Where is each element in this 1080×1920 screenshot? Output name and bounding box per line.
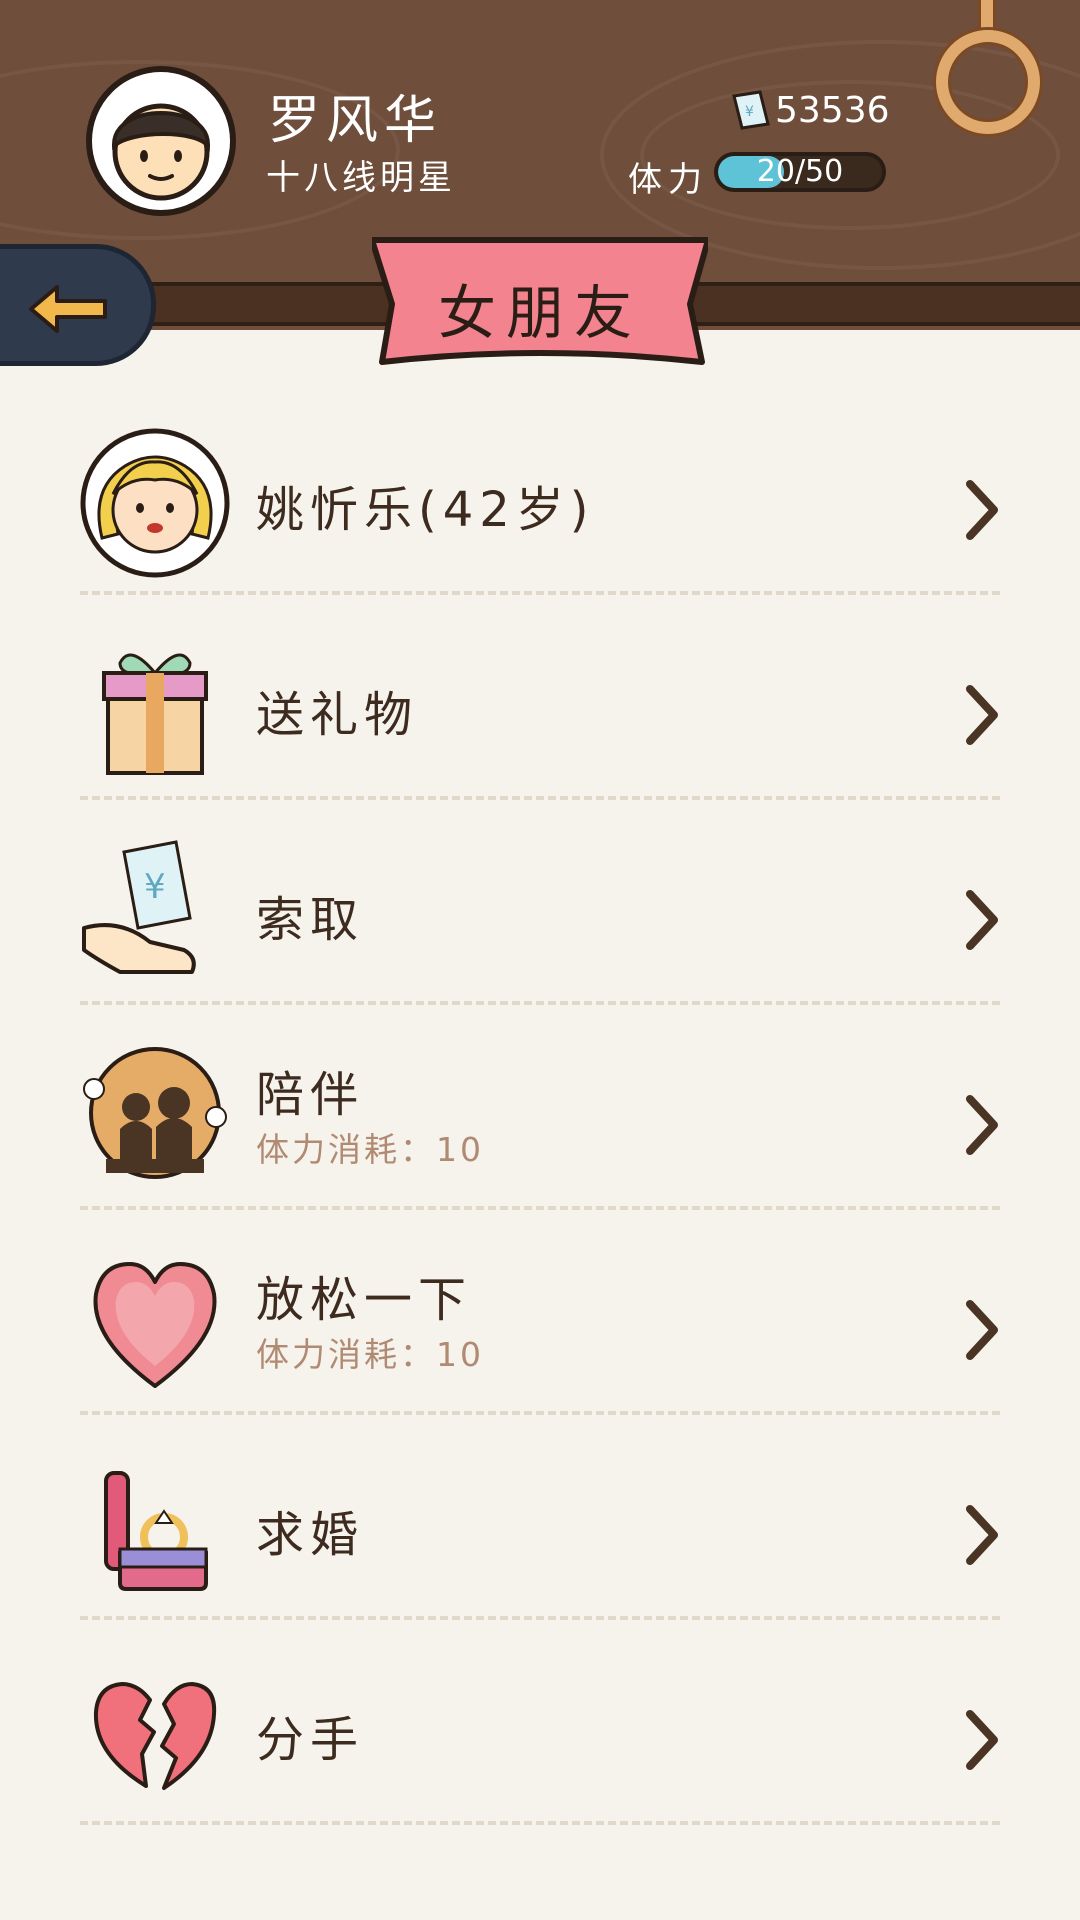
menu-item-girlfriend-profile[interactable]: 姚忻乐(42岁) <box>0 390 1080 595</box>
back-arrow-icon <box>29 285 107 333</box>
chevron-right-icon <box>966 1505 998 1565</box>
menu-item-send-gift[interactable]: 送礼物 <box>0 595 1080 800</box>
back-button[interactable] <box>0 244 156 366</box>
svg-text:¥: ¥ <box>745 104 754 120</box>
menu-item-propose[interactable]: 求婚 <box>0 1415 1080 1620</box>
chevron-right-icon <box>966 890 998 950</box>
player-face-icon <box>111 103 211 201</box>
page-title: 女朋友 <box>437 279 642 347</box>
money-value: 53536 <box>775 90 890 131</box>
player-name: 罗风华 <box>268 91 443 151</box>
broken-heart-icon <box>80 1658 230 1808</box>
menu-item-label: 送礼物 <box>256 687 419 743</box>
menu-item-label: 陪伴 <box>256 1067 365 1123</box>
menu-item-relax[interactable]: 放松一下 体力消耗：10 <box>0 1210 1080 1415</box>
menu-item-accompany[interactable]: 陪伴 体力消耗：10 <box>0 1005 1080 1210</box>
stamina-cost: 体力消耗：10 <box>256 1130 484 1169</box>
girlfriend-avatar-icon <box>80 428 230 578</box>
stamina-bar: 20/50 <box>714 152 886 192</box>
divider <box>80 1821 1000 1825</box>
menu-list: 姚忻乐(42岁) 送礼物 ¥ 索取 陪伴 体力消耗：10 放松一下 体力消耗：1… <box>0 390 1080 1825</box>
chevron-right-icon <box>966 1300 998 1360</box>
menu-item-label: 姚忻乐(42岁) <box>256 482 595 538</box>
chevron-right-icon <box>966 685 998 745</box>
player-title: 十八线明星 <box>266 158 456 198</box>
player-avatar[interactable] <box>86 66 236 216</box>
svg-text:¥: ¥ <box>144 867 166 907</box>
money-icon: ¥ <box>728 88 772 132</box>
chevron-right-icon <box>966 1710 998 1770</box>
chevron-right-icon <box>966 1095 998 1155</box>
heart-icon <box>80 1248 230 1398</box>
money-hand-icon: ¥ <box>80 838 230 988</box>
menu-item-label: 分手 <box>256 1712 365 1768</box>
couple-icon <box>80 1043 230 1193</box>
stamina-value: 20/50 <box>756 154 844 189</box>
stamina-label: 体力 <box>628 160 708 200</box>
menu-item-label: 放松一下 <box>256 1272 473 1328</box>
stamina-cost: 体力消耗：10 <box>256 1335 484 1374</box>
menu-item-label: 索取 <box>256 892 365 948</box>
gift-icon <box>80 633 230 783</box>
ring-box-icon <box>80 1453 230 1603</box>
menu-item-ask-money[interactable]: ¥ 索取 <box>0 800 1080 1005</box>
menu-item-break-up[interactable]: 分手 <box>0 1620 1080 1825</box>
chevron-right-icon <box>966 480 998 540</box>
menu-item-label: 求婚 <box>256 1507 365 1563</box>
settings-ring-icon[interactable] <box>936 30 1040 134</box>
